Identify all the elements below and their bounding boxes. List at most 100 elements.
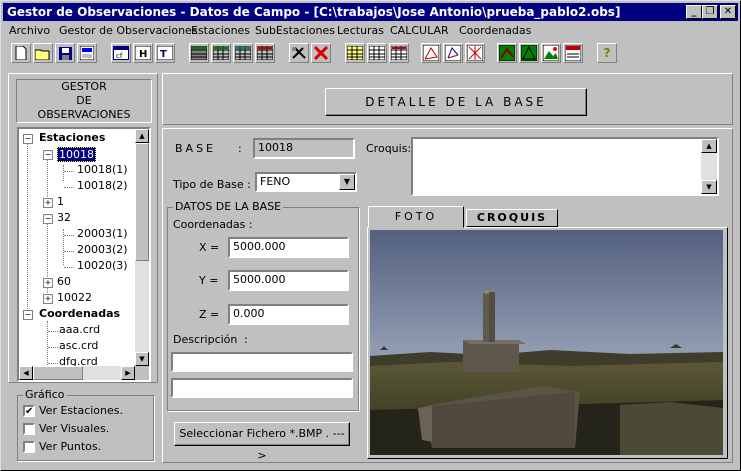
ver-visuales-checkbox[interactable] <box>23 423 35 435</box>
descripcion-input-2[interactable] <box>171 378 353 398</box>
new-file-icon[interactable] <box>11 43 31 63</box>
z-coordinate-input[interactable]: 0.000 <box>228 304 349 325</box>
properties-icon[interactable] <box>77 43 97 63</box>
tree-coordenadas[interactable]: Coordenadas <box>39 307 120 320</box>
y-coordinate-input[interactable]: 5000.000 <box>228 270 349 291</box>
tree-node-10022[interactable]: 10022 <box>57 291 92 304</box>
collapse-32-icon[interactable]: − <box>43 214 53 224</box>
open-folder-icon[interactable] <box>33 43 53 63</box>
cf-icon[interactable]: cf <box>111 43 131 63</box>
x-coordinate-input[interactable]: 5000.000 <box>228 237 349 258</box>
title-bar[interactable]: Gestor de Observaciones - Datos de Campo… <box>3 3 738 21</box>
base-colon: : <box>238 142 242 155</box>
tree-file-aaa[interactable]: aaa.crd <box>59 323 100 336</box>
network-star-icon[interactable] <box>465 43 485 63</box>
tree-vertical-scrollbar[interactable]: ▲ ▼ <box>135 129 149 366</box>
grid-gray-icon[interactable] <box>189 43 209 63</box>
toolbar: cf H T ? <box>3 42 738 68</box>
menu-estaciones[interactable]: Estaciones <box>191 24 250 37</box>
table-yellow-icon[interactable] <box>345 43 365 63</box>
ver-visuales-label[interactable]: Ver Visuales. <box>39 422 109 435</box>
tree-file-asc[interactable]: asc.crd <box>59 339 98 352</box>
tree-estaciones[interactable]: Estaciones <box>39 131 105 144</box>
text-edit-icon[interactable]: T <box>155 43 175 63</box>
descripcion-colon: : <box>244 333 248 346</box>
grid-cyan-icon[interactable] <box>233 43 253 63</box>
ver-puntos-label[interactable]: Ver Puntos. <box>39 440 101 453</box>
collapse-10018-icon[interactable]: − <box>43 150 53 160</box>
tree-node-20003-2[interactable]: 20003(2) <box>77 243 128 256</box>
collapse-estaciones-icon[interactable]: − <box>23 134 33 144</box>
scroll-up-icon[interactable]: ▲ <box>135 129 149 143</box>
menu-calcular[interactable]: CALCULAR <box>390 24 449 37</box>
ver-puntos-checkbox[interactable] <box>23 441 35 453</box>
station-h-icon[interactable]: H <box>133 43 153 63</box>
station-photo <box>370 230 723 455</box>
tree-node-32[interactable]: 32 <box>57 211 71 224</box>
menu-archivo[interactable]: Archivo <box>9 24 50 37</box>
tab-foto[interactable]: FOTO <box>368 206 464 228</box>
tree-node-10018-2[interactable]: 10018(2) <box>77 179 128 192</box>
network-icon[interactable] <box>421 43 441 63</box>
croquis-label: Croquis: <box>366 142 412 155</box>
descripcion-input-1[interactable] <box>171 352 353 372</box>
collapse-coordenadas-icon[interactable]: − <box>23 310 33 320</box>
croquis-scrollbar[interactable]: ▲ ▼ <box>701 139 717 194</box>
tree-node-10020-3[interactable]: 10020(3) <box>77 259 128 272</box>
dropdown-arrow-icon[interactable]: ▼ <box>339 174 355 190</box>
map-green-icon[interactable] <box>497 43 517 63</box>
base-field: 10018 <box>253 138 355 159</box>
tree-node-60[interactable]: 60 <box>57 275 71 288</box>
scroll-down-icon[interactable]: ▼ <box>135 352 149 366</box>
landscape-icon[interactable] <box>541 43 561 63</box>
svg-text:T: T <box>160 49 167 60</box>
table-red-icon[interactable] <box>389 43 409 63</box>
network-alt-icon[interactable] <box>443 43 463 63</box>
tipo-base-value: FENO <box>260 175 291 188</box>
menu-coordenadas[interactable]: Coordenadas <box>459 24 531 37</box>
menu-lecturas[interactable]: Lecturas <box>337 24 384 37</box>
station-tree[interactable]: − Estaciones − 10018 10018(1) 10018(2) +… <box>17 127 151 382</box>
tree-node-1[interactable]: 1 <box>57 195 64 208</box>
datos-base-title: DATOS DE LA BASE <box>173 200 284 213</box>
hscroll-thumb[interactable] <box>33 366 83 380</box>
expand-60-icon[interactable]: + <box>43 278 53 288</box>
tree-horizontal-scrollbar[interactable]: ◀ ▶ <box>19 366 135 380</box>
menu-subestaciones[interactable]: SubEstaciones <box>255 24 335 37</box>
scroll-thumb[interactable] <box>135 143 149 261</box>
expand-10022-icon[interactable]: + <box>43 294 53 304</box>
scroll-left-icon[interactable]: ◀ <box>19 366 33 380</box>
help-icon[interactable]: ? <box>597 43 617 63</box>
expand-1-icon[interactable]: + <box>43 198 53 208</box>
delete-x-icon[interactable] <box>311 43 331 63</box>
save-icon[interactable] <box>55 43 75 63</box>
grid-red-icon[interactable] <box>255 43 275 63</box>
table-icon[interactable] <box>367 43 387 63</box>
croquis-textarea[interactable]: ▲ ▼ <box>411 137 719 196</box>
croquis-scroll-down-icon[interactable]: ▼ <box>701 180 717 194</box>
minimize-button[interactable]: _ <box>686 5 702 19</box>
tree-node-10018-1[interactable]: 10018(1) <box>77 163 128 176</box>
menu-gestor[interactable]: Gestor de Observaciones <box>59 24 198 37</box>
tab-croquis[interactable]: CROQUIS <box>466 209 558 227</box>
map-triangle-icon[interactable] <box>519 43 539 63</box>
ver-estaciones-label[interactable]: Ver Estaciones. <box>39 404 123 417</box>
scroll-right-icon[interactable]: ▶ <box>121 366 135 380</box>
ver-estaciones-checkbox[interactable]: ✔ <box>23 405 35 417</box>
tools-icon[interactable] <box>289 43 309 63</box>
window-title: Gestor de Observaciones - Datos de Campo… <box>7 5 621 19</box>
detalle-base-button[interactable]: DETALLE DE LA BASE <box>325 88 587 116</box>
tipo-base-select[interactable]: FENO ▼ <box>255 172 357 192</box>
close-button[interactable]: ✕ <box>720 5 736 19</box>
tree-node-20003-1[interactable]: 20003(1) <box>77 227 128 240</box>
report-icon[interactable] <box>563 43 583 63</box>
menu-bar: Archivo Gestor de Observaciones Estacion… <box>3 22 738 40</box>
croquis-scroll-up-icon[interactable]: ▲ <box>701 139 717 153</box>
svg-text:H: H <box>139 49 147 60</box>
grid-green-icon[interactable] <box>211 43 231 63</box>
tree-node-10018[interactable]: 10018 <box>57 147 96 162</box>
seleccionar-fichero-button[interactable]: Seleccionar Fichero *.BMP . ---> <box>174 422 350 462</box>
sidebar-header-line1: GESTOR <box>61 80 107 93</box>
restore-button[interactable]: ❐ <box>702 5 718 19</box>
tipo-base-label: Tipo de Base : <box>173 178 251 191</box>
